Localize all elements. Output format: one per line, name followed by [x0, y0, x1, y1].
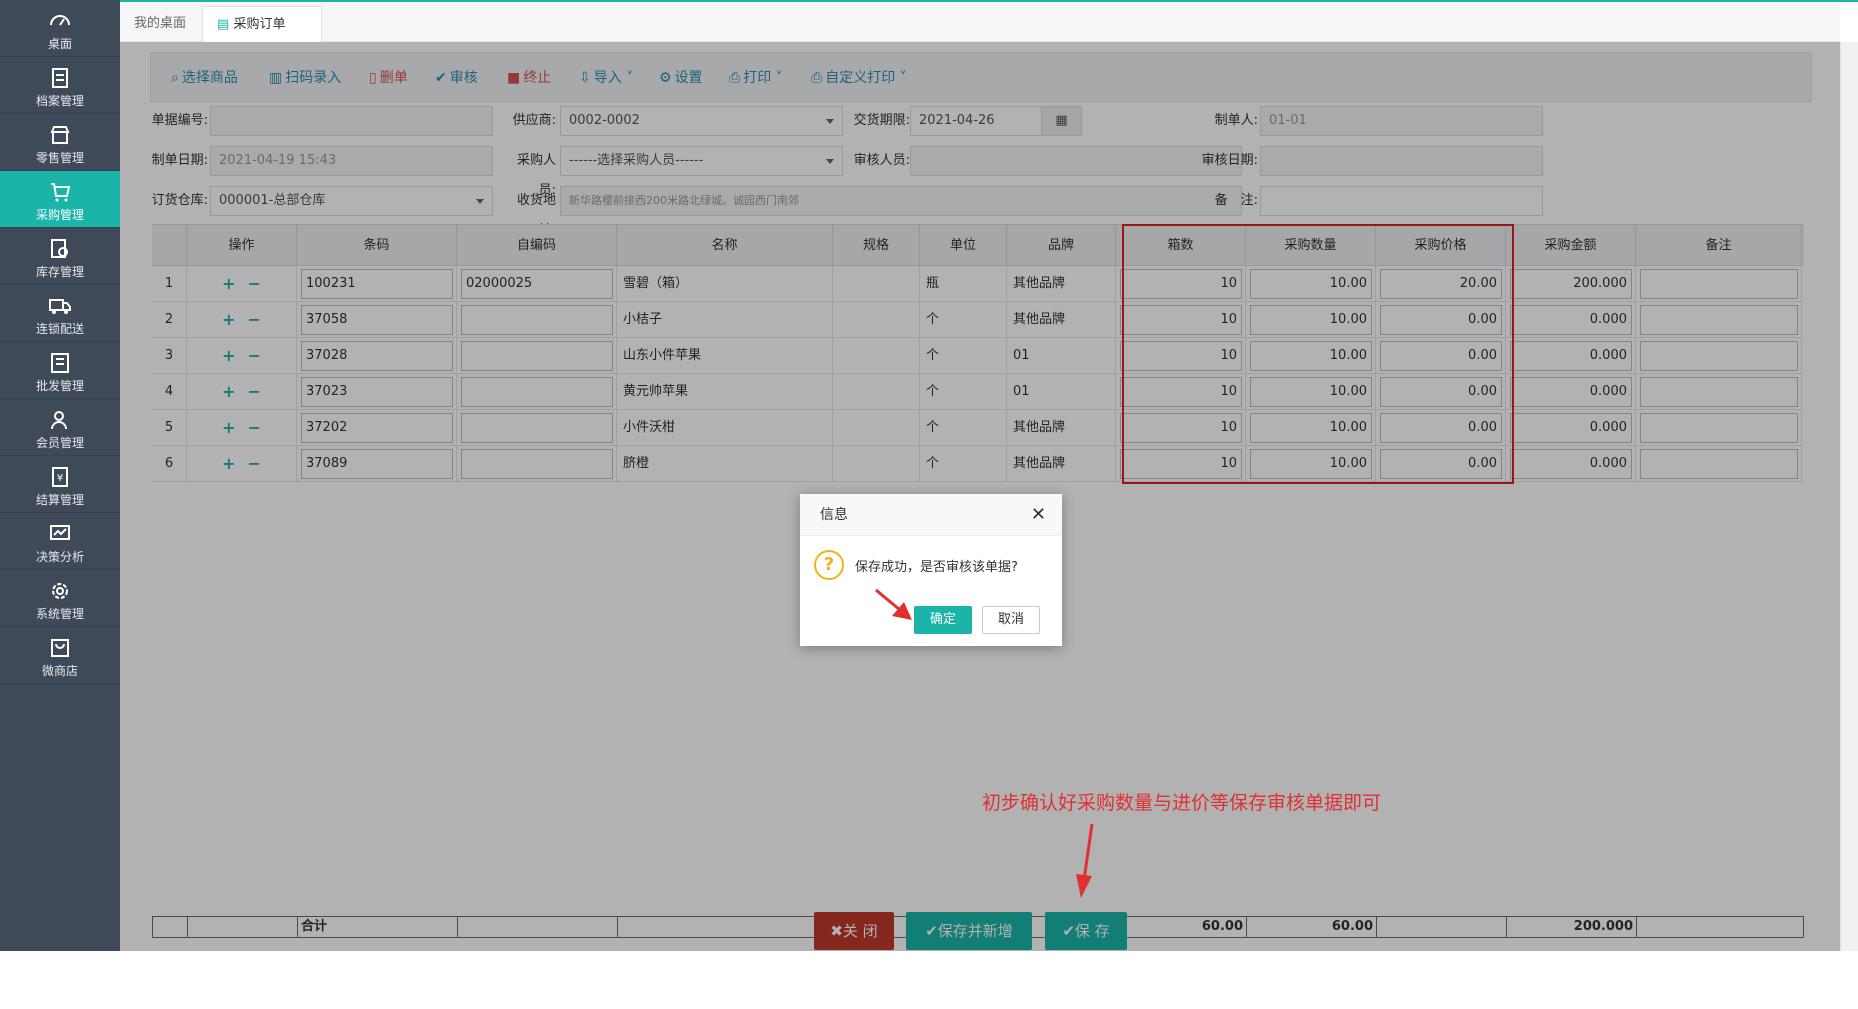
sidebar-item[interactable]: 连锁配送 — [0, 285, 120, 342]
sidebar-item[interactable]: 采购管理 — [0, 171, 120, 228]
dialog-message: 保存成功，是否审核该单据? — [855, 560, 1018, 575]
sidebar-item[interactable]: ¥ 结算管理 — [0, 456, 120, 513]
sidebar-item-label: 桌面 — [47, 37, 72, 51]
annotation-text: 初步确认好采购数量与进价等保存审核单据即可 — [982, 792, 1382, 814]
dashboard-icon — [0, 8, 120, 34]
gear-icon — [0, 578, 120, 604]
sidebar-item[interactable]: 批发管理 — [0, 342, 120, 399]
confirm-button[interactable]: 确定 — [914, 606, 972, 634]
sidebar-item-label: 库存管理 — [35, 265, 84, 279]
sidebar-item-label: 档案管理 — [35, 94, 84, 108]
store-icon — [0, 122, 120, 148]
sidebar-item-label: 会员管理 — [35, 436, 84, 450]
scrollbar[interactable] — [1840, 42, 1858, 951]
sidebar-item-label: 零售管理 — [35, 151, 84, 165]
dialog-title: 信息 — [800, 494, 1062, 536]
cart-icon — [0, 179, 120, 205]
sidebar-item-label: 采购管理 — [35, 208, 84, 222]
archive-icon — [0, 65, 120, 91]
question-icon: ? — [814, 550, 844, 580]
settlement-icon: ¥ — [0, 464, 120, 490]
tab-my-desktop[interactable]: 我的桌面 — [120, 6, 202, 42]
sidebar-item[interactable]: 微商店 — [0, 627, 120, 684]
close-icon[interactable]: ✕ — [1031, 504, 1046, 525]
sidebar-item[interactable]: 系统管理 — [0, 570, 120, 627]
sidebar-item[interactable]: 零售管理 — [0, 114, 120, 171]
sidebar-item[interactable]: 决策分析 — [0, 513, 120, 570]
shop-bag-icon — [0, 635, 120, 661]
wholesale-icon — [0, 350, 120, 376]
info-dialog: 信息 ✕ ? 保存成功，是否审核该单据? 确定 取消 — [800, 494, 1062, 646]
annotation-arrow-diagonal — [875, 588, 912, 620]
sidebar: 桌面档案管理零售管理采购管理库存管理连锁配送批发管理会员管理 ¥ 结算管理决策分析系… — [0, 0, 120, 951]
truck-icon — [0, 293, 120, 319]
svg-text:¥: ¥ — [57, 473, 63, 484]
sidebar-item[interactable]: 桌面 — [0, 0, 120, 57]
sidebar-item-label: 微商店 — [41, 664, 78, 678]
sidebar-item-label: 系统管理 — [35, 607, 84, 621]
sidebar-item-label: 连锁配送 — [35, 322, 84, 336]
annotation-arrow-down — [1076, 823, 1094, 898]
member-icon — [0, 407, 120, 433]
tab-purchase-order[interactable]: ▤ 采购订单 × — [202, 6, 322, 68]
sidebar-item-label: 批发管理 — [35, 379, 84, 393]
sidebar-item[interactable]: 档案管理 — [0, 57, 120, 114]
analysis-icon — [0, 521, 120, 547]
cancel-button[interactable]: 取消 — [982, 606, 1040, 634]
sidebar-item-label: 结算管理 — [35, 493, 84, 507]
tab-bar: 我的桌面 ▤ 采购订单 × — [120, 2, 1840, 68]
document-icon: ▤ — [217, 17, 230, 32]
sidebar-item[interactable]: 会员管理 — [0, 399, 120, 456]
sidebar-item-label: 决策分析 — [35, 550, 84, 564]
tab-label: 采购订单 — [233, 17, 286, 32]
sidebar-item[interactable]: 库存管理 — [0, 228, 120, 285]
tab-label: 我的桌面 — [134, 16, 187, 31]
inventory-icon — [0, 236, 120, 262]
